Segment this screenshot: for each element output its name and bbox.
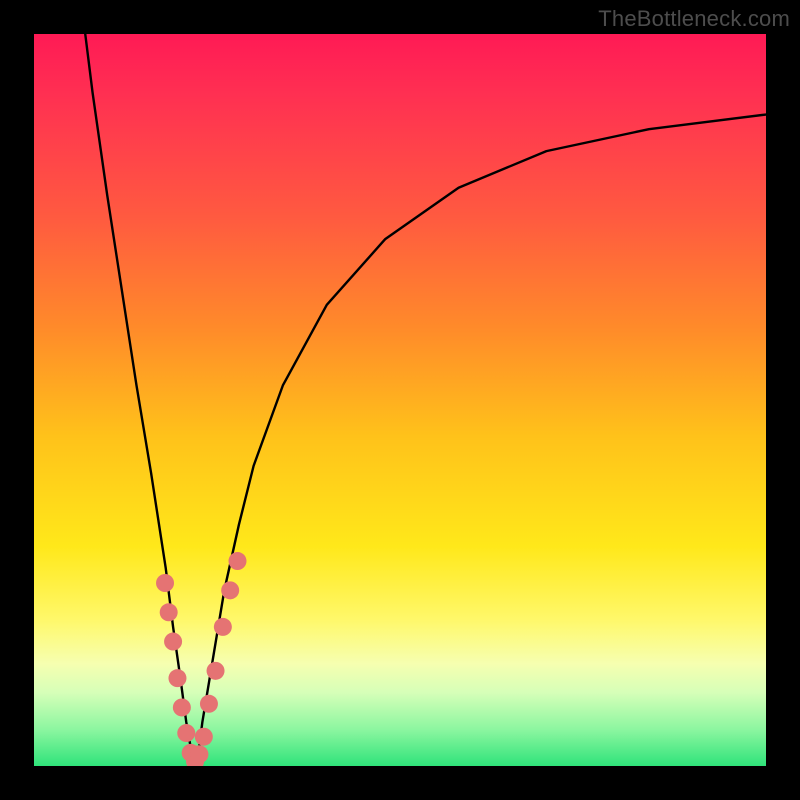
data-marker <box>160 603 178 621</box>
plot-area <box>34 34 766 766</box>
data-marker <box>195 728 213 746</box>
bottleneck-curve <box>85 34 766 766</box>
data-marker <box>156 574 174 592</box>
data-marker <box>200 695 218 713</box>
data-marker <box>177 724 195 742</box>
data-marker <box>221 581 239 599</box>
data-marker <box>164 633 182 651</box>
watermark-text: TheBottleneck.com <box>598 6 790 32</box>
chart-svg <box>34 34 766 766</box>
data-marker <box>214 618 232 636</box>
chart-frame: TheBottleneck.com <box>0 0 800 800</box>
data-marker <box>207 662 225 680</box>
data-marker <box>168 669 186 687</box>
data-marker <box>229 552 247 570</box>
data-marker <box>190 745 208 763</box>
data-marker <box>173 698 191 716</box>
